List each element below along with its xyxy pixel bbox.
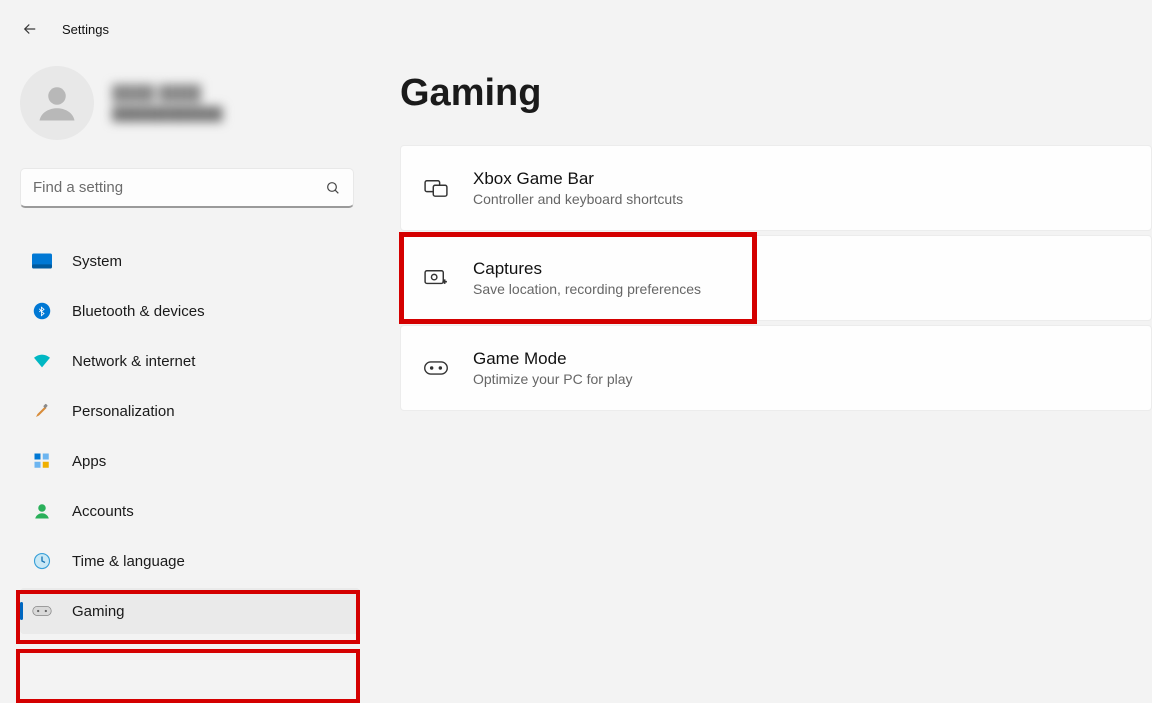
avatar (20, 66, 94, 140)
card-title: Game Mode (473, 349, 633, 369)
back-button[interactable] (20, 19, 40, 39)
card-title: Xbox Game Bar (473, 169, 683, 189)
bluetooth-icon (32, 301, 52, 321)
nav-list: System Bluetooth & devices Network & int… (20, 238, 360, 634)
card-captures[interactable]: Captures Save location, recording prefer… (400, 235, 1152, 321)
sidebar-item-gaming[interactable]: Gaming (20, 588, 360, 634)
arrow-left-icon (21, 20, 39, 38)
highlight-box-sidebar (16, 649, 360, 703)
card-game-mode[interactable]: Game Mode Optimize your PC for play (400, 325, 1152, 411)
account-icon (32, 501, 52, 521)
search-input[interactable] (33, 179, 325, 196)
sidebar-item-label: Bluetooth & devices (72, 303, 205, 320)
titlebar: Settings (0, 0, 1152, 58)
clock-globe-icon (32, 551, 52, 571)
gamepad-outline-icon (423, 355, 449, 381)
search-box[interactable] (20, 168, 354, 208)
sidebar-item-personalization[interactable]: Personalization (20, 388, 360, 434)
page-title: Gaming (400, 72, 1152, 115)
sidebar-item-label: Accounts (72, 503, 134, 520)
sidebar-item-bluetooth[interactable]: Bluetooth & devices (20, 288, 360, 334)
paintbrush-icon (32, 401, 52, 421)
gamepad-icon (32, 601, 52, 621)
profile-text: ████ ████ ████████████ (112, 85, 223, 121)
card-subtitle: Controller and keyboard shortcuts (473, 191, 683, 207)
sidebar: ████ ████ ████████████ System Bluetooth … (0, 58, 370, 638)
profile-block[interactable]: ████ ████ ████████████ (20, 66, 354, 140)
wifi-icon (32, 351, 52, 371)
sidebar-item-network[interactable]: Network & internet (20, 338, 360, 384)
sidebar-item-apps[interactable]: Apps (20, 438, 360, 484)
sidebar-item-system[interactable]: System (20, 238, 360, 284)
app-title: Settings (62, 22, 109, 37)
main-content: Gaming Xbox Game Bar Controller and keyb… (370, 58, 1152, 638)
sidebar-item-label: Personalization (72, 403, 175, 420)
search-icon (325, 180, 341, 196)
person-icon (36, 82, 78, 124)
sidebar-item-label: Apps (72, 453, 106, 470)
card-xbox-game-bar[interactable]: Xbox Game Bar Controller and keyboard sh… (400, 145, 1152, 231)
card-subtitle: Save location, recording preferences (473, 281, 701, 297)
sidebar-item-accounts[interactable]: Accounts (20, 488, 360, 534)
captures-icon (423, 265, 449, 291)
sidebar-item-label: Network & internet (72, 353, 195, 370)
sidebar-item-time-language[interactable]: Time & language (20, 538, 360, 584)
profile-name: ████ ████ (112, 85, 223, 102)
card-title: Captures (473, 259, 701, 279)
monitor-icon (32, 251, 52, 271)
card-subtitle: Optimize your PC for play (473, 371, 633, 387)
xbox-bar-icon (423, 175, 449, 201)
sidebar-item-label: Gaming (72, 603, 125, 620)
sidebar-item-label: System (72, 253, 122, 270)
profile-email: ████████████ (112, 106, 223, 121)
apps-icon (32, 451, 52, 471)
sidebar-item-label: Time & language (72, 553, 185, 570)
